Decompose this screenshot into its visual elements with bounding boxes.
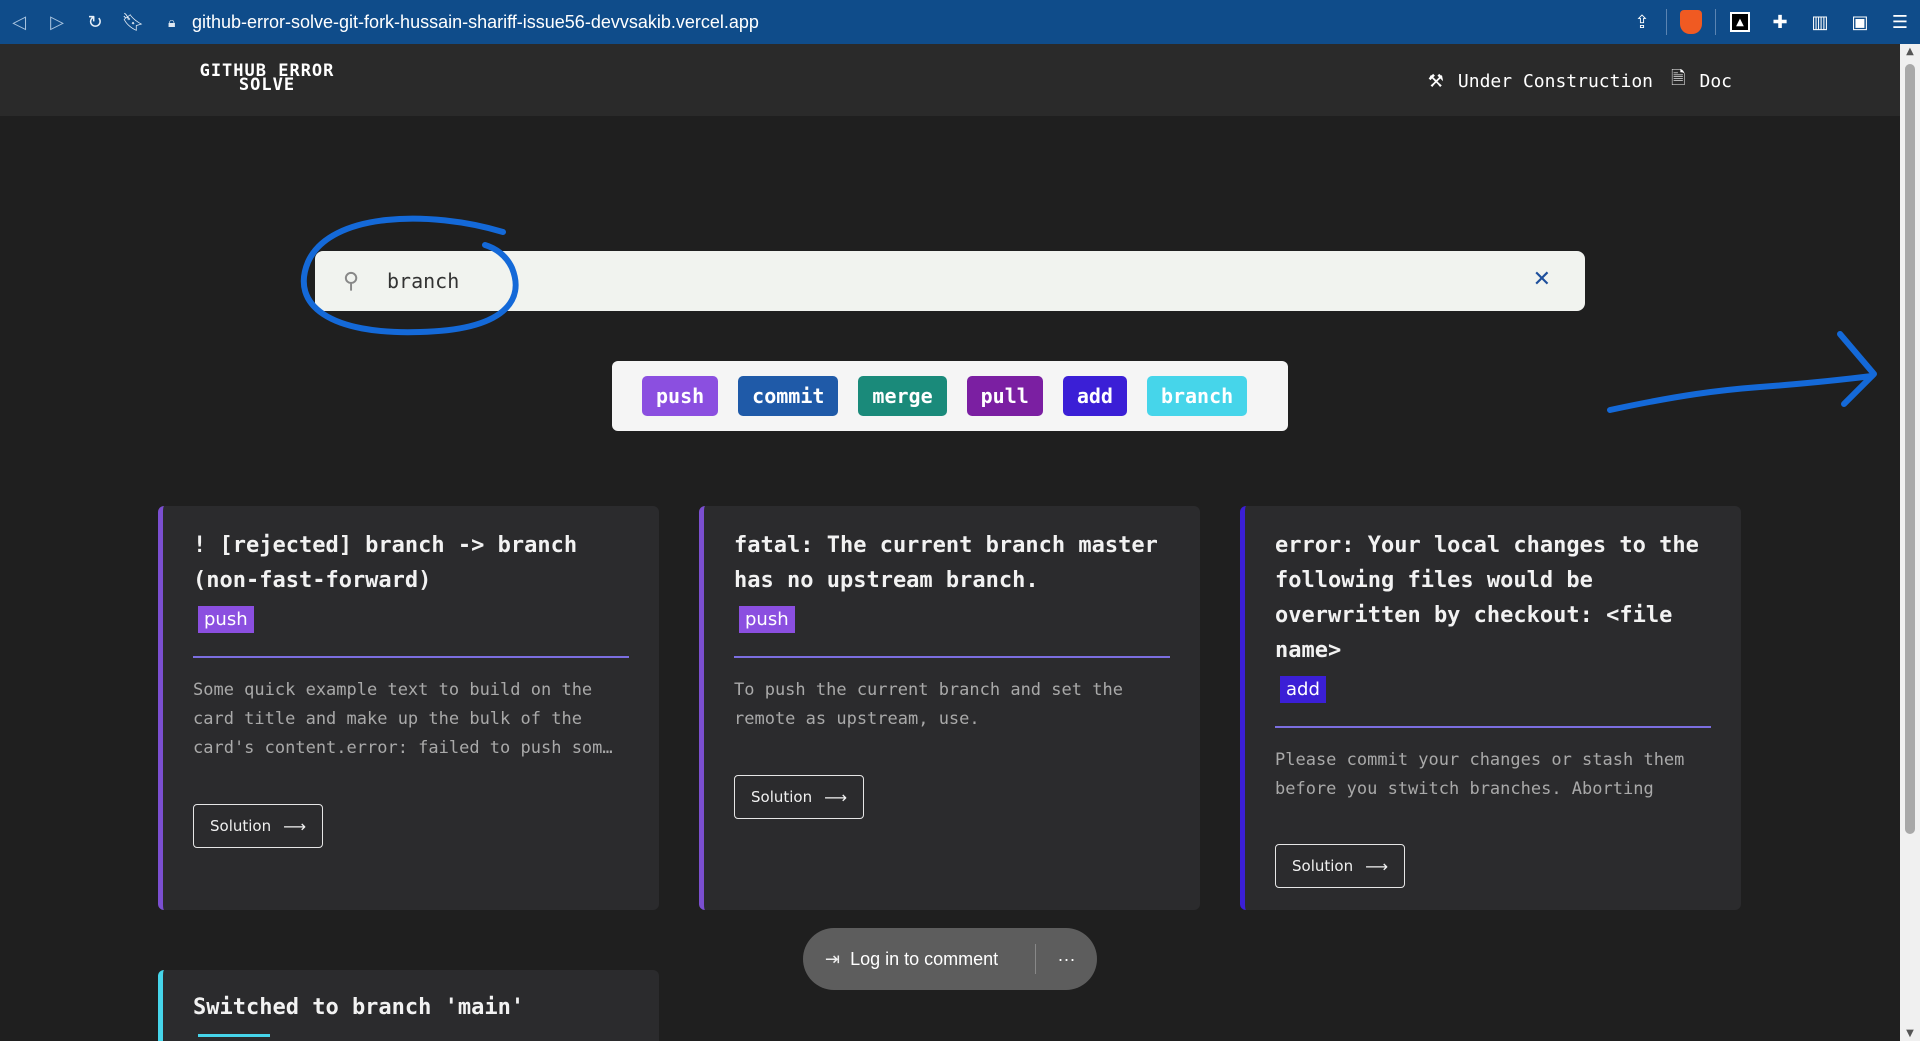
scrollbar-thumb[interactable] — [1905, 64, 1915, 834]
solution-button-label: Solution — [210, 817, 272, 835]
card-title: fatal: The current branch master has no … — [734, 533, 1158, 593]
clear-search-icon[interactable]: ✕ — [1533, 267, 1551, 292]
login-label: Log in to comment — [850, 948, 999, 969]
address-bar[interactable]: 🔒︎ github-error-solve-git-fork-hussain-s… — [168, 12, 759, 33]
annotation-arrow — [1607, 373, 1875, 413]
search-bar: ⚲ ✕ — [315, 251, 1585, 311]
page-scrollbar[interactable]: ▲ ▼ — [1900, 44, 1920, 1041]
login-icon: ⇥ — [825, 948, 841, 970]
tools-icon: ⚒ — [1427, 70, 1444, 92]
error-card: fatal: The current branch master has no … — [699, 506, 1200, 910]
card-divider — [734, 656, 1170, 658]
nav-link-label: Doc — [1699, 70, 1732, 92]
nav-link-label: Under Construction — [1457, 70, 1653, 92]
sidebar-icon[interactable]: ▥ — [1800, 0, 1840, 44]
arrow-right-icon: ⟶ — [824, 787, 848, 807]
tag-filter-bar: push commit merge pull add branch — [612, 361, 1288, 431]
site-logo[interactable]: GITHUB ERROR SOLVE — [176, 63, 358, 94]
scroll-up-icon[interactable]: ▲ — [1904, 46, 1916, 57]
tag-pull[interactable]: pull — [966, 376, 1043, 416]
tag-commit[interactable]: commit — [738, 376, 839, 416]
url-text[interactable]: github-error-solve-git-fork-hussain-shar… — [192, 12, 759, 33]
error-card: error: Your local changes to the followi… — [1240, 506, 1741, 910]
forward-icon[interactable]: ▷ — [38, 0, 76, 44]
card-tag-badge — [198, 1034, 270, 1037]
puzzle-icon[interactable]: ✚ — [1760, 0, 1800, 44]
comment-bar: ⇥ Log in to comment ··· — [803, 928, 1097, 990]
site-navbar: GITHUB ERROR SOLVE ⚒ Under Construction … — [0, 44, 1900, 116]
solution-button-label: Solution — [1292, 857, 1354, 875]
reload-icon[interactable]: ↻ — [76, 0, 114, 44]
nav-link-under-construction[interactable]: ⚒ Under Construction — [1428, 71, 1653, 92]
brave-shield-icon[interactable] — [1671, 0, 1711, 44]
arrow-right-icon: ⟶ — [1365, 856, 1389, 876]
annotation-arrow-head — [1837, 331, 1877, 407]
scroll-down-icon[interactable]: ▼ — [1904, 1028, 1916, 1039]
error-card: Switched to branch 'main' — [158, 970, 659, 1041]
wallet-icon[interactable]: ▣ — [1840, 0, 1880, 44]
extension-icon[interactable]: ▲ — [1720, 0, 1760, 44]
tag-branch[interactable]: branch — [1146, 376, 1248, 416]
card-title: ! [rejected] branch -> branch (non-fast-… — [193, 533, 578, 593]
solution-button[interactable]: Solution ⟶ — [1275, 844, 1406, 888]
error-card: ! [rejected] branch -> branch (non-fast-… — [158, 506, 659, 910]
card-divider — [193, 656, 629, 658]
card-tag-badge: push — [739, 606, 795, 633]
tag-add[interactable]: add — [1062, 376, 1127, 416]
document-icon: 🗎 — [1671, 68, 1686, 89]
toolbar-divider — [1715, 9, 1716, 35]
card-description: Some quick example text to build on the … — [193, 680, 613, 758]
card-title: Switched to branch 'main' — [193, 995, 525, 1020]
tag-push[interactable]: push — [642, 376, 719, 416]
tag-merge[interactable]: merge — [858, 376, 947, 416]
login-to-comment-button[interactable]: ⇥ Log in to comment — [803, 949, 1035, 970]
search-icon: ⚲ — [342, 268, 360, 294]
card-description: Please commit your changes or stash them… — [1275, 750, 1685, 799]
solution-button-label: Solution — [751, 788, 813, 806]
solution-button[interactable]: Solution ⟶ — [734, 775, 865, 819]
card-tag-badge: add — [1280, 676, 1326, 703]
card-description: To push the current branch and set the r… — [734, 680, 1123, 729]
card-tag-badge: push — [198, 606, 254, 633]
browser-toolbar: ◁ ▷ ↻ 🔖︎ 🔒︎ github-error-solve-git-fork-… — [0, 0, 1920, 44]
share-icon[interactable]: ⇪ — [1622, 0, 1662, 44]
nav-link-doc[interactable]: 🗎 Doc — [1671, 66, 1732, 96]
solution-button[interactable]: Solution ⟶ — [193, 804, 324, 848]
arrow-right-icon: ⟶ — [283, 816, 307, 836]
toolbar-divider — [1666, 9, 1667, 35]
bookmark-icon[interactable]: 🔖︎ — [114, 0, 152, 44]
card-divider — [1275, 726, 1711, 728]
card-title: error: Your local changes to the followi… — [1275, 533, 1699, 663]
more-options-button[interactable]: ··· — [1036, 949, 1097, 970]
menu-icon[interactable]: ☰ — [1880, 0, 1920, 44]
lock-icon: 🔒︎ — [168, 13, 176, 30]
search-input[interactable] — [387, 269, 1487, 293]
back-icon[interactable]: ◁ — [0, 0, 38, 44]
